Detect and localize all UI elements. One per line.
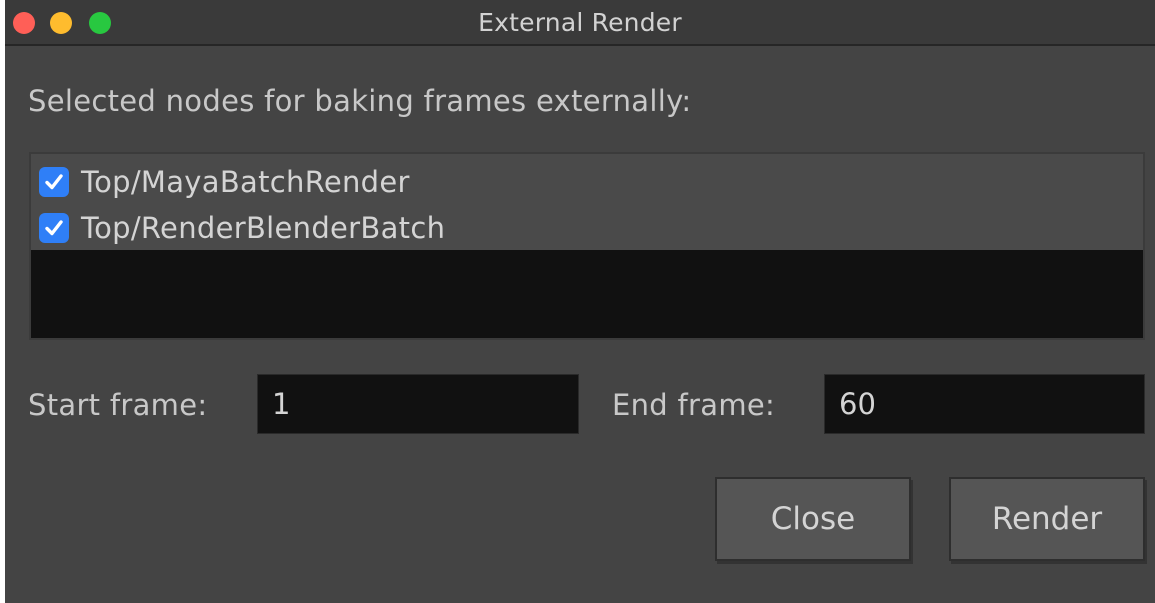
start-frame-label: Start frame: [28, 388, 208, 422]
node-item-maya-batch-render[interactable]: Top/MayaBatchRender [39, 162, 410, 202]
node-label: Top/MayaBatchRender [81, 165, 410, 199]
checkmark-icon [45, 220, 63, 236]
node-list[interactable]: Top/MayaBatchRender Top/RenderBlenderBat… [29, 152, 1145, 340]
title-bar[interactable]: External Render [5, 0, 1155, 46]
external-render-window: External Render Selected nodes for bakin… [5, 0, 1155, 603]
checkbox-render-blender-batch[interactable] [39, 213, 69, 243]
checkmark-icon [45, 174, 63, 190]
start-frame-input[interactable]: 1 [257, 374, 579, 434]
end-frame-input[interactable]: 60 [824, 374, 1145, 434]
checkbox-maya-batch-render[interactable] [39, 167, 69, 197]
node-list-empty-area[interactable] [31, 250, 1143, 338]
window-title: External Render [478, 8, 682, 37]
render-button[interactable]: Render [949, 477, 1145, 561]
close-button[interactable]: Close [715, 477, 911, 561]
node-label: Top/RenderBlenderBatch [81, 211, 446, 245]
end-frame-label: End frame: [612, 388, 776, 422]
node-item-render-blender-batch[interactable]: Top/RenderBlenderBatch [39, 208, 445, 248]
section-label: Selected nodes for baking frames externa… [28, 84, 692, 118]
